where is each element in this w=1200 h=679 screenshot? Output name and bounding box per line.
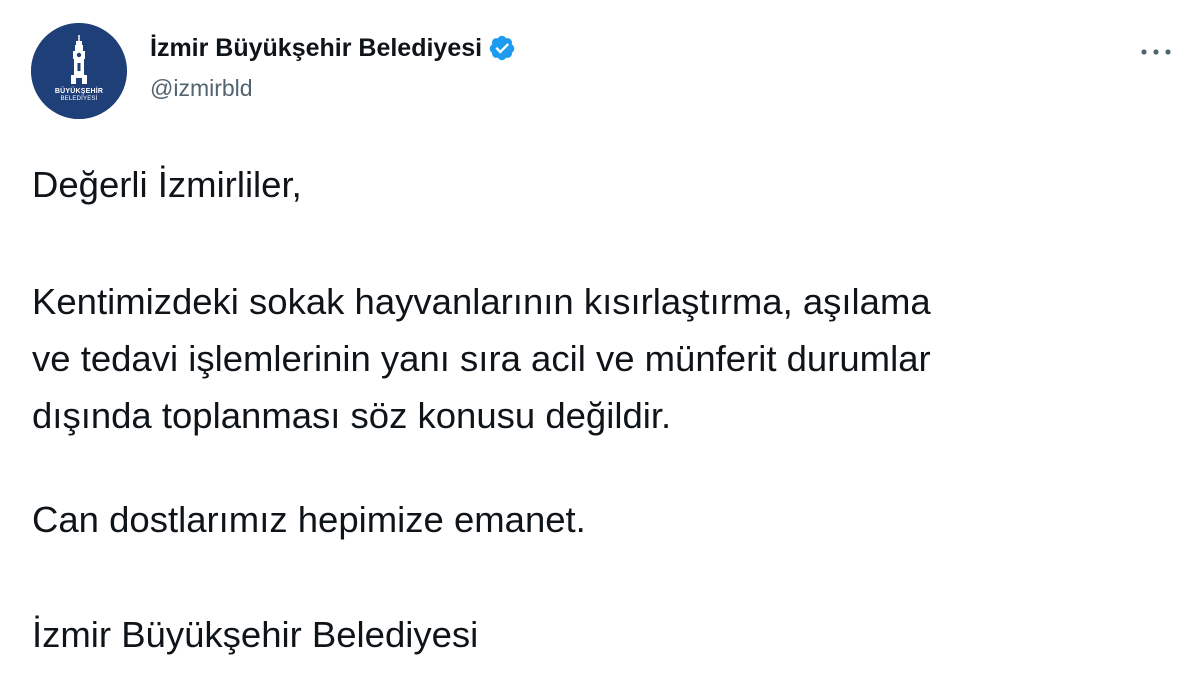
verified-badge-icon [488,34,516,62]
tweet-closing: Can dostlarımız hepimize emanet. [32,499,586,540]
tweet-greeting: Değerli İzmirliler, [32,164,302,205]
more-horizontal-icon [1141,49,1171,55]
more-options-button[interactable] [1134,36,1178,68]
izmir-municipality-logo-icon [31,23,127,119]
avatar-logo-subtext: BELEDİYESİ [60,96,98,102]
author-handle[interactable]: @izmirbld [150,72,253,104]
tweet-card: BÜYÜKŞEHİR BELEDİYESİ İzmir Büyükşehir B… [0,0,1200,679]
tweet-signature: İzmir Büyükşehir Belediyesi [32,614,479,655]
avatar-logo-text: BÜYÜKŞEHİR [54,88,104,95]
author-display-name[interactable]: İzmir Büyükşehir Belediyesi [150,30,482,66]
author-name-row: İzmir Büyükşehir Belediyesi [150,30,516,66]
tweet-main-paragraph: Kentimizdeki sokak hayvanlarının kısırla… [32,281,931,436]
avatar[interactable]: BÜYÜKŞEHİR BELEDİYESİ [31,23,127,119]
